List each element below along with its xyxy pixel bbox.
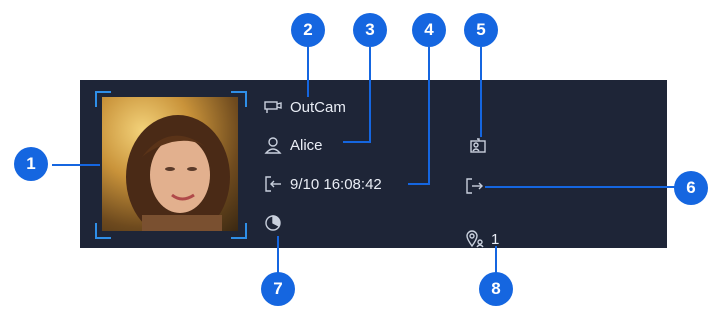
count-value: 1 [491,230,500,248]
callout-line-3b [343,141,371,143]
person-row: Alice [262,134,323,156]
person-name: Alice [290,136,323,154]
callout-5: 5 [464,13,498,47]
callout-line-4b [408,183,430,185]
callout-line-5 [480,47,482,137]
callout-line-6 [485,186,681,188]
entry-icon [262,173,284,195]
exit-icon [463,175,485,197]
callout-3: 3 [353,13,387,47]
user-icon [262,134,284,156]
camera-row: OutCam [262,96,346,118]
callout-4: 4 [412,13,446,47]
callout-6: 6 [674,171,708,205]
camera-icon [262,96,284,118]
duration-row [262,212,290,234]
clock-icon [262,212,284,234]
entry-time-row: 9/10 16:08:42 [262,173,382,195]
callout-line-2 [307,45,309,97]
callout-7: 7 [261,272,295,306]
face-photo [102,97,238,231]
count-row: 1 [463,228,499,250]
callout-line-1 [52,164,100,166]
id-card-icon [467,135,489,157]
id-card-row [467,135,495,157]
callout-1: 1 [14,147,48,181]
callout-line-3 [369,47,371,142]
callout-line-4 [428,47,430,185]
face-image [126,115,230,231]
callout-2: 2 [291,13,325,47]
camera-name: OutCam [290,98,346,116]
callout-8: 8 [479,272,513,306]
entry-datetime: 9/10 16:08:42 [290,175,382,193]
face-photo-frame[interactable] [95,91,247,239]
callout-line-7 [277,236,279,274]
location-person-icon [463,228,485,250]
